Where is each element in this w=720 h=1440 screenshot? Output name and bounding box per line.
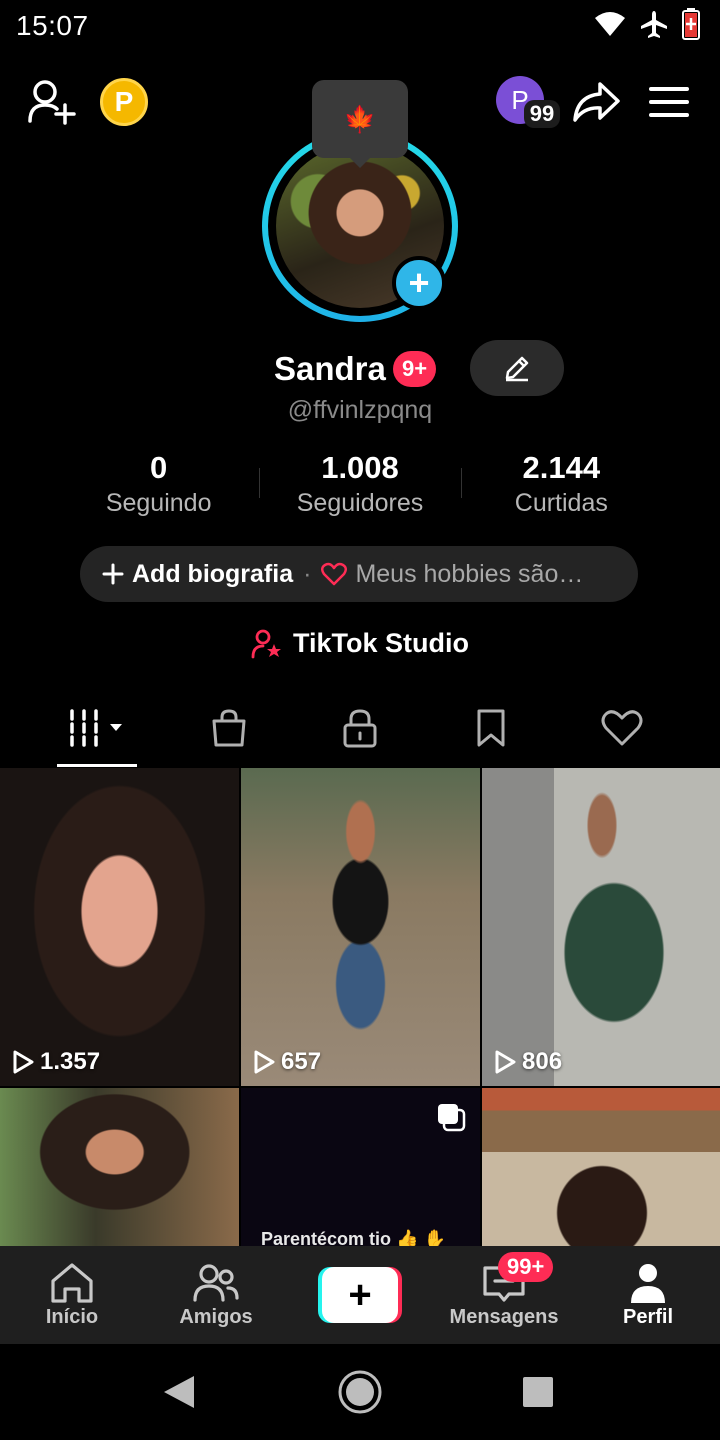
view-count-value: 657 [281, 1048, 322, 1075]
nav-create[interactable]: + [288, 1246, 432, 1344]
person-plus-icon [28, 80, 76, 125]
create-plus-icon: + [322, 1267, 398, 1323]
profile-tabs [0, 702, 720, 768]
video-thumbnail[interactable]: Parentécom tio 👍 ✋ [241, 1088, 480, 1246]
add-bio-label: Add biografia [132, 559, 294, 588]
profile-stats: 0 Seguindo 1.008 Seguidores 2.144 Curtid… [58, 448, 662, 518]
messages-badge: 99+ [498, 1252, 554, 1282]
friends-icon [193, 1263, 239, 1302]
maple-leaf-icon: 🍁 [343, 103, 377, 134]
nav-home-label: Início [45, 1305, 99, 1328]
add-friend-button[interactable] [26, 76, 78, 128]
nav-home[interactable]: Início [0, 1246, 144, 1344]
nav-friends-label: Amigos [179, 1305, 253, 1328]
stat-followers-value: 1.008 [321, 450, 399, 485]
bookmark-icon [477, 709, 504, 747]
grid-bars-icon [69, 709, 122, 747]
status-icons [594, 8, 700, 40]
tab-saved[interactable] [425, 702, 556, 754]
bio-suggestion: Meus hobbies são… [355, 559, 584, 588]
account-switch-badge: 99 [524, 100, 560, 128]
bottom-navigation: Início Amigos + Mensagens Perfil [0, 1246, 720, 1344]
battery-low-icon [682, 8, 700, 40]
create-button[interactable]: + [318, 1267, 402, 1323]
stat-likes[interactable]: 2.144 Curtidas [460, 448, 662, 518]
home-button-icon[interactable] [336, 1368, 384, 1416]
name-notification-badge[interactable]: 9+ [393, 351, 437, 387]
wifi-icon [595, 12, 625, 36]
nav-profile-label: Perfil [622, 1305, 674, 1328]
tiktok-studio-label: TikTok Studio [292, 628, 469, 658]
heart-icon [601, 710, 642, 746]
bio-separator: · [303, 559, 312, 588]
back-icon[interactable] [162, 1374, 196, 1410]
recents-icon[interactable] [522, 1376, 554, 1408]
video-thumbnail[interactable]: 1.357 [0, 768, 239, 1086]
video-grid: 1.357 657 806 Parentécom tio 👍 ✋ [0, 768, 720, 1246]
tab-liked[interactable] [556, 702, 687, 754]
status-time: 15:07 [16, 10, 89, 41]
person-star-icon [251, 629, 281, 658]
coin-label: P [114, 86, 134, 117]
plus-icon [102, 563, 124, 585]
system-navigation-bar [0, 1344, 720, 1440]
stat-followers[interactable]: 1.008 Seguidores [259, 448, 460, 518]
stat-likes-label: Curtidas [514, 489, 608, 517]
tab-videos[interactable] [32, 702, 163, 754]
nav-profile[interactable]: Perfil [576, 1246, 720, 1344]
lock-icon [343, 709, 376, 748]
view-count: 657 [253, 1048, 321, 1076]
stat-following-value: 0 [150, 450, 168, 485]
tiktok-studio-link[interactable]: TikTok Studio [0, 628, 720, 659]
shopping-bag-icon [212, 709, 245, 747]
play-outline-icon [13, 1050, 34, 1074]
play-outline-icon [495, 1050, 516, 1074]
avatar-tooltip[interactable]: 🍁 [312, 80, 408, 168]
hamburger-menu-icon [649, 87, 689, 117]
home-icon [51, 1262, 93, 1303]
video-thumbnail[interactable] [0, 1088, 239, 1246]
video-caption: Parentécom tio 👍 ✋ [261, 1229, 446, 1246]
view-count: 1.357 [12, 1048, 100, 1076]
edit-profile-button[interactable] [470, 340, 564, 396]
share-arrow-icon [573, 82, 620, 122]
video-thumbnail[interactable] [482, 1088, 720, 1246]
status-bar: 15:07 [0, 0, 720, 52]
coin-icon[interactable]: P [100, 78, 148, 126]
profile-name: Sandra [274, 350, 386, 387]
tab-private[interactable] [294, 702, 425, 754]
nav-friends[interactable]: Amigos [144, 1246, 288, 1344]
nav-messages-label: Mensagens [449, 1305, 559, 1328]
multiple-photos-icon [438, 1104, 466, 1132]
stat-following-label: Seguindo [105, 489, 212, 517]
pencil-icon [505, 356, 529, 382]
tab-shop[interactable] [163, 702, 294, 754]
view-count-value: 1.357 [40, 1048, 101, 1075]
video-thumbnail[interactable]: 806 [482, 768, 720, 1086]
view-count-value: 806 [522, 1048, 563, 1075]
video-thumbnail[interactable]: 657 [241, 768, 480, 1086]
active-tab-indicator [57, 764, 137, 767]
add-story-button[interactable]: + [392, 256, 446, 310]
airplane-icon [641, 11, 667, 38]
profile-filled-icon [631, 1263, 665, 1303]
play-outline-icon [254, 1050, 275, 1074]
stat-following[interactable]: 0 Seguindo [58, 448, 259, 518]
menu-button[interactable] [644, 76, 694, 128]
view-count: 806 [494, 1048, 562, 1076]
share-profile-button[interactable] [570, 76, 622, 128]
profile-handle: @ffvinlzpqnq [287, 396, 433, 424]
stat-followers-label: Seguidores [296, 489, 424, 517]
stat-likes-value: 2.144 [522, 450, 601, 485]
heart-outline-icon [321, 562, 348, 586]
add-bio-button[interactable]: Add biografia · Meus hobbies são… [80, 546, 638, 602]
